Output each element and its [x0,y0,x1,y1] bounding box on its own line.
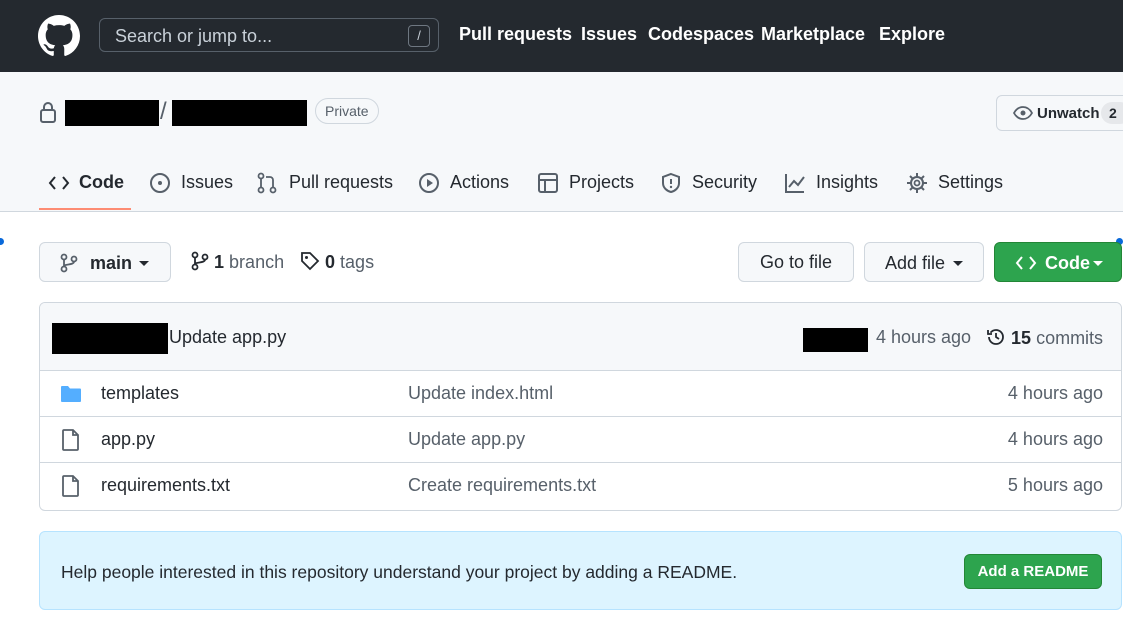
global-header: Search or jump to... / Pull requests Iss… [0,0,1123,72]
branch-name: main [90,253,133,273]
file-age: 4 hours ago [1007,383,1103,403]
latest-commit-message[interactable]: Update app.py [169,327,286,348]
nav-marketplace[interactable]: Marketplace [761,24,865,45]
branches-link[interactable]: 1 branch [191,251,284,273]
tab-label: Projects [569,172,635,192]
visibility-badge: Private [315,98,379,124]
readme-prompt-text: Help people interested in this repositor… [61,562,738,582]
latest-commit-time: 4 hours ago [876,327,972,347]
pull-request-icon [257,172,277,194]
commit-label: commits [1036,328,1104,348]
lock-icon [40,102,56,123]
search-input[interactable]: Search or jump to... / [99,18,439,52]
code-icon [1015,256,1037,270]
repo-path-separator: / [160,98,167,125]
nav-codespaces[interactable]: Codespaces [648,24,754,45]
caret-down-icon [139,261,149,266]
shield-icon [662,172,680,194]
tag-label: tags [340,252,375,272]
redacted-commit-hash [803,328,868,352]
tab-label: Pull requests [289,172,394,192]
file-icon [62,429,79,451]
nav-issues[interactable]: Issues [581,24,637,45]
branch-label: branch [229,252,285,272]
tab-code[interactable]: Code [39,170,131,210]
graph-icon [785,174,805,193]
file-icon [62,475,79,497]
file-browser: Update app.py 4 hours ago 15 commits tem… [39,302,1122,511]
tab-label: Issues [181,172,234,192]
file-name[interactable]: templates [101,383,179,404]
file-row[interactable]: templates Update index.html 4 hours ago [40,371,1121,417]
file-name[interactable]: requirements.txt [101,475,230,496]
nav-pull-requests[interactable]: Pull requests [459,24,572,45]
file-age: 4 hours ago [1007,429,1103,449]
redacted-owner-name [65,100,159,126]
add-file-button[interactable]: Add file [864,242,984,282]
caret-down-icon [1093,261,1103,266]
readme-prompt: Help people interested in this repositor… [39,531,1122,610]
git-branch-icon [60,253,78,273]
add-file-label: Add file [885,253,946,273]
tags-link[interactable]: 0 tags [300,251,374,273]
tag-count: 0 [325,252,336,272]
file-commit-message[interactable]: Update app.py [408,429,525,450]
github-logo-icon[interactable] [38,15,80,57]
file-age: 5 hours ago [1007,475,1103,495]
search-shortcut-key: / [408,25,430,47]
file-row[interactable]: app.py Update app.py 4 hours ago [40,417,1121,463]
tab-label: Security [692,172,758,192]
go-to-file-button[interactable]: Go to file [738,242,854,282]
caret-down-icon [953,261,963,266]
file-commit-message[interactable]: Create requirements.txt [408,475,596,496]
history-icon [987,329,1004,345]
gear-icon [907,173,927,193]
repo-header: / Private Unwatch 2 Code Issues Pull req… [0,72,1123,212]
nav-explore[interactable]: Explore [879,24,945,45]
play-icon [419,173,439,193]
add-readme-button[interactable]: Add a README [964,554,1102,589]
redacted-repo-name [172,100,307,126]
redacted-author-avatar [52,323,168,354]
issue-circle-icon [150,173,170,193]
code-button-label: Code [1045,253,1090,273]
branch-selector[interactable]: main [39,242,171,282]
tab-label: Settings [938,172,1004,192]
latest-commit-bar: Update app.py 4 hours ago 15 commits [40,303,1121,371]
table-icon [538,173,558,193]
tab-label: Actions [450,172,510,192]
branch-count: 1 [214,252,225,272]
commits-link[interactable]: 15 commits [986,327,1103,349]
unwatch-button[interactable]: Unwatch 2 [996,95,1123,131]
search-placeholder: Search or jump to... [115,26,273,46]
code-icon [48,176,70,190]
git-branch-icon [191,251,209,271]
folder-icon [61,386,81,402]
tab-label: Insights [816,172,879,192]
commit-count: 15 [1011,328,1032,348]
unwatch-label: Unwatch [1037,105,1100,122]
tab-label: Code [79,172,124,192]
focus-marker-dot [0,238,4,245]
tag-icon [301,252,320,271]
file-name[interactable]: app.py [101,429,155,450]
code-clone-button[interactable]: Code [994,242,1122,282]
eye-icon [1013,106,1033,120]
file-commit-message[interactable]: Update index.html [408,383,553,404]
file-row[interactable]: requirements.txt Create requirements.txt… [40,463,1121,509]
watch-count: 2 [1101,102,1123,124]
